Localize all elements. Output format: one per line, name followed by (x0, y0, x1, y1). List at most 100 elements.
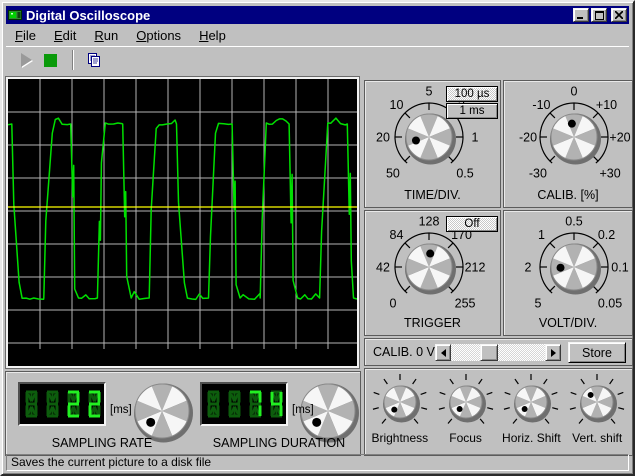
close-icon (615, 11, 623, 19)
svg-text:-20: -20 (519, 131, 537, 145)
svg-text:42: 42 (376, 261, 390, 275)
oscilloscope-display: Fsamp = 44100 Hz (21437,50µs (0,047kHz) … (6, 77, 359, 368)
trigger-off-button[interactable]: Off (446, 216, 498, 232)
app-window: Digital Oscilloscope FileEditRunOptionsH… (0, 0, 635, 476)
stop-button[interactable] (38, 49, 62, 71)
menu-item-edit[interactable]: Edit (45, 27, 85, 44)
svg-text:0.1: 0.1 (611, 261, 628, 275)
sampling-duration-digits (202, 384, 286, 424)
svg-text:212: 212 (465, 261, 486, 275)
svg-text:10: 10 (390, 98, 404, 112)
svg-text:0.5: 0.5 (456, 167, 473, 181)
svg-text:50: 50 (386, 167, 400, 181)
sampling-rate-display (18, 382, 106, 426)
horiz-shift-knob[interactable] (500, 373, 562, 433)
crt-knob-label: Focus (449, 431, 482, 445)
scroll-right-button[interactable] (545, 344, 561, 361)
svg-text:+20: +20 (609, 131, 630, 145)
svg-text:+10: +10 (596, 98, 617, 112)
svg-text:0: 0 (571, 85, 578, 99)
volt-div-group: 5210.50.20.10.05 VOLT/DIV. (503, 210, 633, 336)
sampling-group: [ms] SAMPLING RATE [ms] SAMPLING DURATIO… (5, 371, 361, 456)
sampling-rate-knob[interactable] (130, 380, 194, 444)
store-button[interactable]: Store (568, 342, 626, 363)
time-div-group: 5020105210.5 100 µs 1 ms TIME/DIV. (364, 80, 501, 208)
calib-0v-group: CALIB. 0 V Store (364, 338, 633, 366)
crt-knob-label: Vert. shift (572, 431, 622, 445)
svg-text:5: 5 (426, 85, 433, 99)
crt-knob-label: Horiz. Shift (502, 431, 561, 445)
menubar: FileEditRunOptionsHelp (6, 26, 629, 45)
svg-text:20: 20 (376, 131, 390, 145)
calib-scrollbar[interactable] (435, 344, 561, 361)
minimize-icon (577, 11, 585, 19)
time-div-caption: TIME/DIV. (365, 188, 500, 202)
calib-0v-label: CALIB. 0 V (373, 345, 435, 359)
stop-icon (44, 54, 57, 67)
svg-text:128: 128 (419, 215, 440, 229)
sampling-rate-digits (20, 384, 104, 424)
sampling-duration-caption: SAMPLING DURATION (196, 436, 362, 450)
titlebar: Digital Oscilloscope (6, 6, 629, 24)
sampling-duration-unit: [ms] (292, 404, 314, 416)
crt-knob-group: Focus (435, 373, 497, 445)
brightness-knob[interactable] (369, 373, 431, 433)
calib-pct-group: -30 -20 -10 0 +10 +20 +30 CALIB. [%] (503, 80, 633, 208)
copy-button[interactable] (82, 49, 106, 71)
crt-knob-group: Brightness (369, 373, 431, 445)
fsamp-readout: Fsamp = 44100 Hz (22, 348, 124, 362)
volt-div-knob[interactable]: 5210.50.20.10.05 (508, 213, 635, 317)
copy-icon (86, 52, 102, 68)
close-button[interactable] (611, 8, 627, 22)
calib-pct-knob[interactable]: -30 -20 -10 0 +10 +20 +30 (508, 83, 635, 187)
crt-controls-group: Brightness Focus Horiz. Shift Vert. shift (364, 368, 633, 456)
sampling-duration-display (200, 382, 288, 426)
time-1ms-button[interactable]: 1 ms (446, 103, 498, 119)
toolbar (6, 46, 629, 73)
vert-shift-knob[interactable] (566, 373, 628, 433)
scope-trace (8, 79, 357, 366)
toolbar-separator (72, 50, 74, 70)
run-button[interactable] (14, 49, 38, 71)
volt-div-caption: VOLT/DIV. (504, 316, 632, 330)
svg-text:255: 255 (455, 297, 476, 311)
cursor-readout: (21437,50µs (0,047kHz) , -5,47V) (173, 348, 351, 362)
trigger-caption: TRIGGER (365, 316, 500, 330)
statusbar: Saves the current picture to a disk file (6, 454, 629, 471)
status-text: Saves the current picture to a disk file (11, 455, 211, 469)
scroll-left-button[interactable] (435, 344, 451, 361)
maximize-button[interactable] (591, 8, 607, 22)
crt-knob-group: Vert. shift (566, 373, 628, 445)
minimize-button[interactable] (573, 8, 589, 22)
svg-text:-30: -30 (529, 167, 547, 181)
svg-text:5: 5 (534, 297, 541, 311)
menu-item-help[interactable]: Help (190, 27, 235, 44)
crt-knob-group: Horiz. Shift (500, 373, 562, 445)
sampling-rate-unit: [ms] (110, 404, 132, 416)
crt-knob-label: Brightness (371, 431, 428, 445)
scrollbar-thumb[interactable] (480, 344, 498, 361)
time-100us-button[interactable]: 100 µs (446, 86, 498, 102)
maximize-icon (595, 11, 604, 20)
svg-text:-10: -10 (532, 98, 550, 112)
arrow-right-icon (551, 349, 560, 357)
window-title: Digital Oscilloscope (26, 8, 569, 23)
sampling-rate-caption: SAMPLING RATE (14, 436, 190, 450)
focus-knob[interactable] (435, 373, 497, 433)
svg-text:0.5: 0.5 (565, 215, 582, 229)
svg-text:0.2: 0.2 (598, 228, 615, 242)
svg-text:+30: +30 (599, 167, 620, 181)
svg-text:1: 1 (472, 131, 479, 145)
menu-item-run[interactable]: Run (85, 27, 127, 44)
svg-text:1: 1 (538, 228, 545, 242)
menu-item-options[interactable]: Options (127, 27, 190, 44)
trigger-group: 04284128170212255 Off TRIGGER (364, 210, 501, 336)
svg-text:84: 84 (390, 228, 404, 242)
menu-item-file[interactable]: File (6, 27, 45, 44)
app-icon (8, 8, 22, 22)
svg-text:0: 0 (389, 297, 396, 311)
play-icon (21, 53, 32, 67)
scrollbar-track[interactable] (451, 344, 545, 361)
calib-pct-caption: CALIB. [%] (504, 188, 632, 202)
svg-text:2: 2 (525, 261, 532, 275)
